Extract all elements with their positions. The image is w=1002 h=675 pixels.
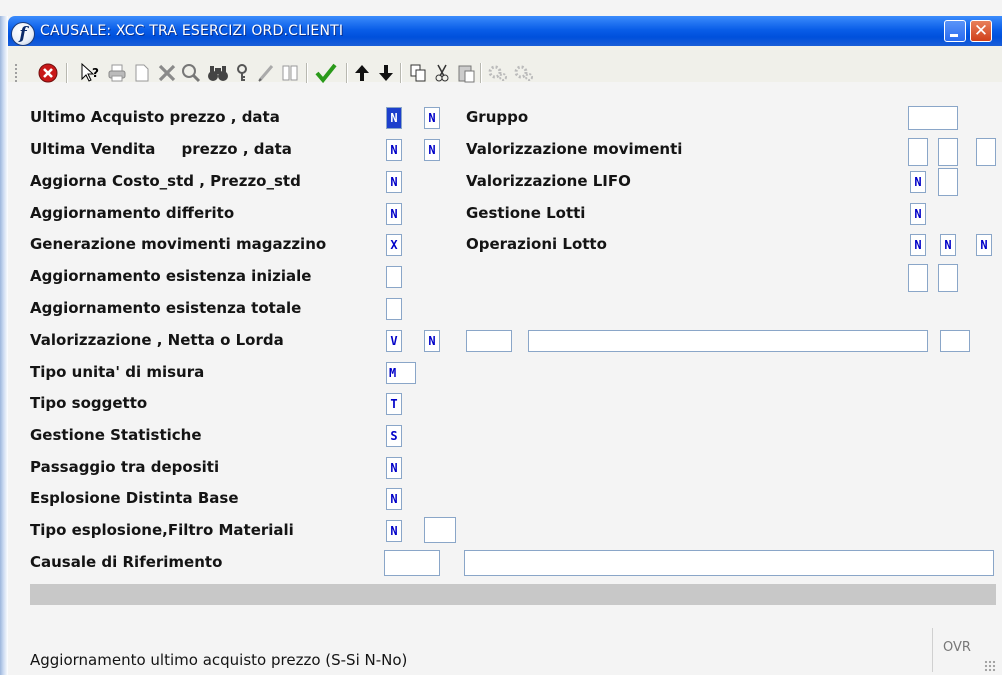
valorizzazione-field-5[interactable] [940, 330, 970, 352]
aggiorna-costo-field[interactable]: N [386, 171, 402, 193]
label-esplosione-distinta: Esplosione Distinta Base [30, 489, 239, 507]
esistenza-totale-field[interactable] [386, 298, 402, 320]
valorizzazione-movimenti-field-2[interactable] [938, 138, 958, 166]
gruppo-field[interactable] [908, 106, 958, 130]
label-aggiornamento-differito: Aggiornamento differito [30, 204, 235, 222]
window-left-border [0, 16, 8, 675]
app-logo-icon: f [11, 22, 35, 46]
ultima-vendita-data-field[interactable]: N [424, 139, 440, 161]
minimize-button[interactable] [944, 20, 966, 42]
label-tipo-unita: Tipo unita' di misura [30, 363, 205, 381]
toolbar-grip[interactable] [14, 63, 18, 83]
label-ultima-vendita: Ultima Vendita prezzo , data [30, 140, 292, 158]
delete-icon[interactable] [156, 62, 178, 84]
ultimo-acquisto-data-field[interactable]: N [424, 107, 440, 129]
valorizzazione-field-2[interactable]: N [424, 330, 440, 352]
valorizzazione-field-3[interactable] [466, 330, 512, 352]
label-generazione-movimenti: Generazione movimenti magazzino [30, 235, 327, 253]
valorizzazione-field-1[interactable]: V [386, 330, 402, 352]
label-operazioni-lotto: Operazioni Lotto [466, 235, 607, 253]
gears2-icon[interactable] [512, 62, 536, 84]
toolbar-separator [66, 63, 68, 83]
cut-icon[interactable] [432, 62, 452, 84]
key-icon[interactable] [232, 62, 252, 84]
gestione-lotti-field[interactable]: N [910, 203, 926, 225]
stop-icon[interactable] [36, 62, 60, 84]
esistenza-iniziale-field[interactable] [386, 266, 402, 288]
toolbar-separator [306, 63, 308, 83]
valorizzazione-lifo-field-2[interactable] [938, 168, 958, 196]
paste-icon[interactable] [456, 62, 476, 84]
up-arrow-icon[interactable] [352, 62, 372, 84]
toolbar-separator [346, 63, 348, 83]
toolbar-separator [400, 63, 402, 83]
toolbar-separator [480, 63, 482, 83]
label-causale-riferimento: Causale di Riferimento [30, 553, 223, 571]
label-tipo-esplosione: Tipo esplosione,Filtro Materiali [30, 521, 294, 539]
status-bar [30, 584, 996, 605]
causale-riferimento-description-field[interactable] [464, 550, 994, 576]
operazioni-lotto-field-2[interactable]: N [940, 234, 956, 256]
close-button[interactable]: ✕ [970, 20, 992, 42]
label-tipo-soggetto: Tipo soggetto [30, 394, 148, 412]
copy-icon[interactable] [408, 62, 428, 84]
tipo-esplosione-field[interactable]: N [386, 520, 402, 542]
label-gruppo: Gruppo [466, 108, 529, 126]
valorizzazione-lifo-field-1[interactable]: N [910, 171, 926, 193]
resize-grip[interactable] [984, 660, 996, 672]
new-icon[interactable] [132, 62, 152, 84]
tipo-soggetto-field[interactable]: T [386, 393, 402, 415]
print-icon[interactable] [106, 62, 128, 84]
label-ultimo-acquisto: Ultimo Acquisto prezzo , data [30, 108, 280, 126]
gestione-statistiche-field[interactable]: S [386, 425, 402, 447]
esplosione-distinta-field[interactable]: N [386, 488, 402, 510]
ultima-vendita-prezzo-field[interactable]: N [386, 139, 402, 161]
right-extra-field-2[interactable] [938, 264, 958, 292]
right-extra-field-1[interactable] [908, 264, 928, 292]
columns-icon[interactable] [280, 62, 300, 84]
label-esistenza-totale: Aggiornamento esistenza totale [30, 299, 302, 317]
operazioni-lotto-field-1[interactable]: N [910, 234, 926, 256]
passaggio-depositi-field[interactable]: N [386, 457, 402, 479]
operazioni-lotto-field-3[interactable]: N [976, 234, 992, 256]
find-icon[interactable] [206, 62, 230, 84]
label-valorizzazione-lifo: Valorizzazione LIFO [466, 172, 631, 190]
help-message: Aggiornamento ultimo acquisto prezzo (S-… [30, 651, 408, 669]
filtro-materiali-field[interactable] [424, 517, 456, 543]
edit-icon[interactable] [256, 62, 276, 84]
svg-text:?: ? [92, 66, 99, 80]
help-icon[interactable]: ? [78, 62, 102, 84]
label-esistenza-iniziale: Aggiornamento esistenza iniziale [30, 267, 312, 285]
label-gestione-statistiche: Gestione Statistiche [30, 426, 202, 444]
down-arrow-icon[interactable] [376, 62, 396, 84]
confirm-icon[interactable] [314, 62, 338, 84]
ultimo-acquisto-prezzo-field[interactable]: N [386, 107, 402, 129]
label-gestione-lotti: Gestione Lotti [466, 204, 586, 222]
label-passaggio-depositi: Passaggio tra depositi [30, 458, 220, 476]
gears-icon[interactable] [486, 62, 510, 84]
generazione-movimenti-field[interactable]: X [386, 234, 402, 256]
tipo-unita-field[interactable]: M [386, 362, 416, 384]
label-valorizzazione: Valorizzazione , Netta o Lorda [30, 331, 284, 349]
valorizzazione-description-field[interactable] [528, 330, 928, 352]
overwrite-mode-indicator: OVR [932, 628, 981, 672]
search-icon[interactable] [180, 62, 202, 84]
valorizzazione-movimenti-field-1[interactable] [908, 138, 928, 166]
window-title: CAUSALE: XCC TRA ESERCIZI ORD.CLIENTI [40, 23, 344, 39]
label-valorizzazione-movimenti: Valorizzazione movimenti [466, 140, 683, 158]
valorizzazione-movimenti-field-3[interactable] [976, 138, 996, 166]
label-aggiorna-costo: Aggiorna Costo_std , Prezzo_std [30, 172, 301, 190]
causale-riferimento-code-field[interactable] [384, 550, 440, 576]
aggiornamento-differito-field[interactable]: N [386, 203, 402, 225]
close-icon: ✕ [973, 21, 989, 41]
